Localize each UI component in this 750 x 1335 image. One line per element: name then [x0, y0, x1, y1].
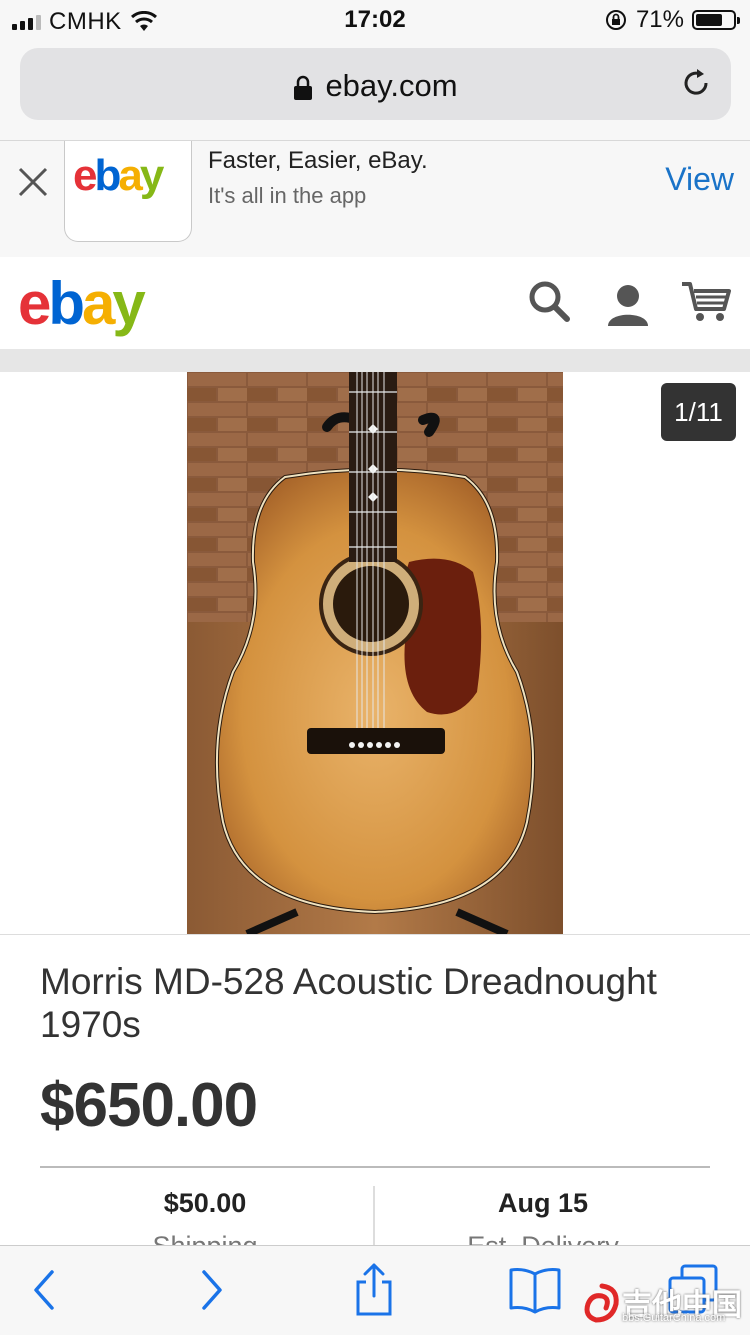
url-text: ebay.com: [325, 68, 458, 103]
price-divider: [40, 1166, 710, 1168]
banner-headline: Faster, Easier, eBay.: [208, 147, 428, 174]
account-icon[interactable]: [606, 283, 650, 327]
orientation-lock-icon: [605, 10, 626, 30]
browser-chrome: ebay.com: [0, 40, 750, 140]
lock-icon: [294, 75, 313, 100]
search-icon[interactable]: [527, 279, 571, 323]
view-app-button[interactable]: View: [665, 161, 734, 198]
listing-price: $650.00: [40, 1071, 258, 1140]
image-divider: [0, 934, 750, 935]
section-separator: [0, 349, 750, 372]
watermark-logo-icon: [584, 1283, 619, 1323]
reload-icon[interactable]: [679, 66, 713, 100]
shipping-value: $50.00: [163, 1188, 247, 1218]
app-icon: ebay: [64, 141, 192, 242]
watermark-url: bbs.GuitarChina.com: [622, 1312, 726, 1324]
banner-subline: It's all in the app: [208, 183, 367, 208]
site-header: ebay: [0, 257, 750, 349]
forward-icon[interactable]: [196, 1268, 226, 1312]
cart-icon[interactable]: [680, 279, 732, 323]
back-icon[interactable]: [30, 1268, 60, 1312]
image-counter: 1/11: [661, 383, 736, 441]
ebay-logo[interactable]: ebay: [18, 269, 146, 338]
battery-icon: [692, 10, 740, 30]
bookmarks-icon[interactable]: [508, 1266, 562, 1314]
share-icon[interactable]: [354, 1262, 394, 1316]
status-bar: CMHK 17:02 71%: [0, 0, 750, 40]
app-banner: ebay Faster, Easier, eBay. It's all in t…: [0, 140, 750, 259]
watermark: 吉他中国 bbs.GuitarChina.com: [582, 1280, 742, 1330]
close-icon[interactable]: [16, 165, 50, 199]
product-image[interactable]: [187, 372, 563, 934]
ebay-logo: ebay: [73, 151, 164, 200]
listing-title: Morris MD-528 Acoustic Dreadnought 1970s: [40, 961, 657, 1045]
delivery-value: Aug 15: [497, 1188, 589, 1218]
battery-percent: 71%: [635, 6, 684, 33]
address-bar[interactable]: ebay.com: [20, 48, 731, 120]
